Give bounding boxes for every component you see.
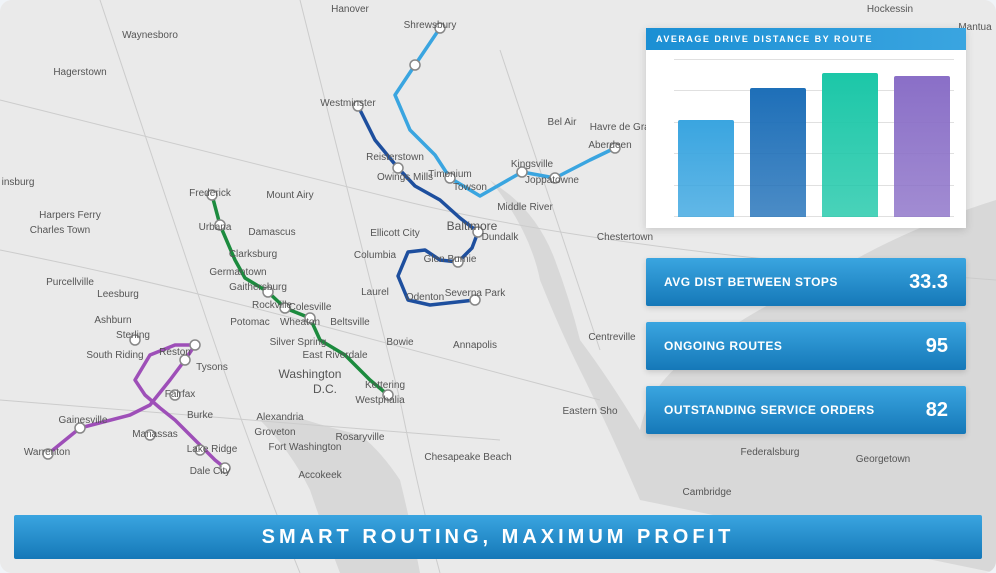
- city-label: Wheaton: [280, 317, 320, 328]
- city-label: Rockville: [252, 300, 292, 311]
- city-label: South Riding: [86, 350, 143, 361]
- city-label: Shrewsbury: [404, 20, 457, 31]
- city-label: Purcellville: [46, 277, 94, 288]
- city-label: East Riverdale: [302, 350, 367, 361]
- stat-value: 33.3: [909, 271, 948, 294]
- city-label: Tysons: [196, 362, 228, 373]
- city-label: Federalsburg: [741, 447, 800, 458]
- city-label: Severna Park: [445, 288, 507, 299]
- city-label: Timonium: [428, 169, 472, 180]
- city-label: Rosaryville: [336, 432, 385, 443]
- city-label: Bowie: [386, 337, 414, 348]
- city-label: Towson: [453, 182, 487, 193]
- city-label: Beltsville: [330, 317, 370, 328]
- city-label: Centreville: [588, 332, 636, 343]
- city-label: D.C.: [313, 382, 337, 396]
- stat-label: ONGOING ROUTES: [664, 339, 782, 353]
- city-label: Urbana: [199, 222, 232, 233]
- city-label: Accokeek: [298, 470, 342, 481]
- stat-label: OUTSTANDING SERVICE ORDERS: [664, 403, 875, 417]
- city-label: Frederick: [189, 188, 232, 199]
- city-label: Ashburn: [94, 315, 131, 326]
- chart-bar: [822, 73, 878, 217]
- city-label: Chesapeake Beach: [424, 452, 511, 463]
- city-label: Reisterstown: [366, 152, 424, 163]
- city-label: Westphalia: [355, 395, 405, 406]
- city-label: insburg: [2, 177, 35, 188]
- city-label: Potomac: [230, 317, 269, 328]
- city-label: Bel Air: [548, 117, 578, 128]
- chart-panel: AVERAGE DRIVE DISTANCE BY ROUTE: [646, 28, 966, 228]
- city-label: Clarksburg: [229, 249, 277, 260]
- stat-avg-dist: AVG DIST BETWEEN STOPS 33.3: [646, 258, 966, 306]
- chart-body: [646, 50, 966, 225]
- city-label: Reston: [159, 347, 191, 358]
- chart-bar: [750, 88, 806, 217]
- city-label: Gaithersburg: [229, 282, 287, 293]
- banner-text: SMART ROUTING, MAXIMUM PROFIT: [262, 526, 735, 549]
- city-label: Cambridge: [683, 487, 732, 498]
- city-label: Damascus: [248, 227, 295, 238]
- stat-label: AVG DIST BETWEEN STOPS: [664, 275, 838, 289]
- route-stop[interactable]: [190, 340, 200, 350]
- stat-value: 82: [926, 399, 948, 422]
- city-label: Hanover: [331, 4, 369, 15]
- city-label: Washington: [279, 367, 342, 381]
- city-label: Harpers Ferry: [39, 210, 101, 221]
- city-label: Silver Spring: [270, 337, 327, 348]
- city-label: Ellicott City: [370, 228, 419, 239]
- city-label: Charles Town: [30, 225, 90, 236]
- city-label: Chestertown: [597, 232, 653, 243]
- route-stop[interactable]: [410, 60, 420, 70]
- banner: SMART ROUTING, MAXIMUM PROFIT: [14, 515, 982, 559]
- city-label: Alexandria: [256, 412, 304, 423]
- city-label: Georgetown: [856, 454, 910, 465]
- chart-bar: [678, 120, 734, 217]
- city-label: Kettering: [365, 380, 405, 391]
- chart-title: AVERAGE DRIVE DISTANCE BY ROUTE: [646, 28, 966, 50]
- city-label: Leesburg: [97, 289, 139, 300]
- city-label: Fairfax: [165, 389, 196, 400]
- city-label: Gainesville: [59, 415, 108, 426]
- city-label: Waynesboro: [122, 30, 178, 41]
- stat-value: 95: [926, 335, 948, 358]
- city-label: Eastern Sho: [562, 406, 617, 417]
- city-label: Laurel: [361, 287, 389, 298]
- city-label: Odenton: [406, 292, 444, 303]
- stat-ongoing-routes: ONGOING ROUTES 95: [646, 322, 966, 370]
- city-label: Columbia: [354, 250, 397, 261]
- city-label: Annapolis: [453, 340, 497, 351]
- city-label: Germantown: [209, 267, 266, 278]
- city-label: Hagerstown: [53, 67, 106, 78]
- city-label: Mount Airy: [266, 190, 313, 201]
- city-label: Aberdeen: [588, 140, 631, 151]
- city-label: Joppatowne: [525, 175, 579, 186]
- city-label: Burke: [187, 410, 214, 421]
- city-label: Fort Washington: [269, 442, 342, 453]
- city-label: Middle River: [497, 202, 553, 213]
- city-label: Kingsville: [511, 159, 554, 170]
- city-label: Dale City: [190, 466, 231, 477]
- city-label: Baltimore: [447, 219, 498, 233]
- city-label: Groveton: [254, 427, 295, 438]
- city-label: Glen Burnie: [424, 254, 477, 265]
- city-label: Sterling: [116, 330, 150, 341]
- city-label: Colesville: [289, 302, 332, 313]
- chart-bar: [894, 76, 950, 217]
- city-label: Owings Mills: [377, 172, 433, 183]
- city-label: Dundalk: [482, 232, 520, 243]
- city-label: Lake Ridge: [187, 444, 238, 455]
- city-label: Manassas: [132, 429, 178, 440]
- city-label: Hockessin: [867, 4, 913, 15]
- city-label: Westminster: [320, 98, 376, 109]
- stat-outstanding-orders: OUTSTANDING SERVICE ORDERS 82: [646, 386, 966, 434]
- city-label: Warrenton: [24, 447, 70, 458]
